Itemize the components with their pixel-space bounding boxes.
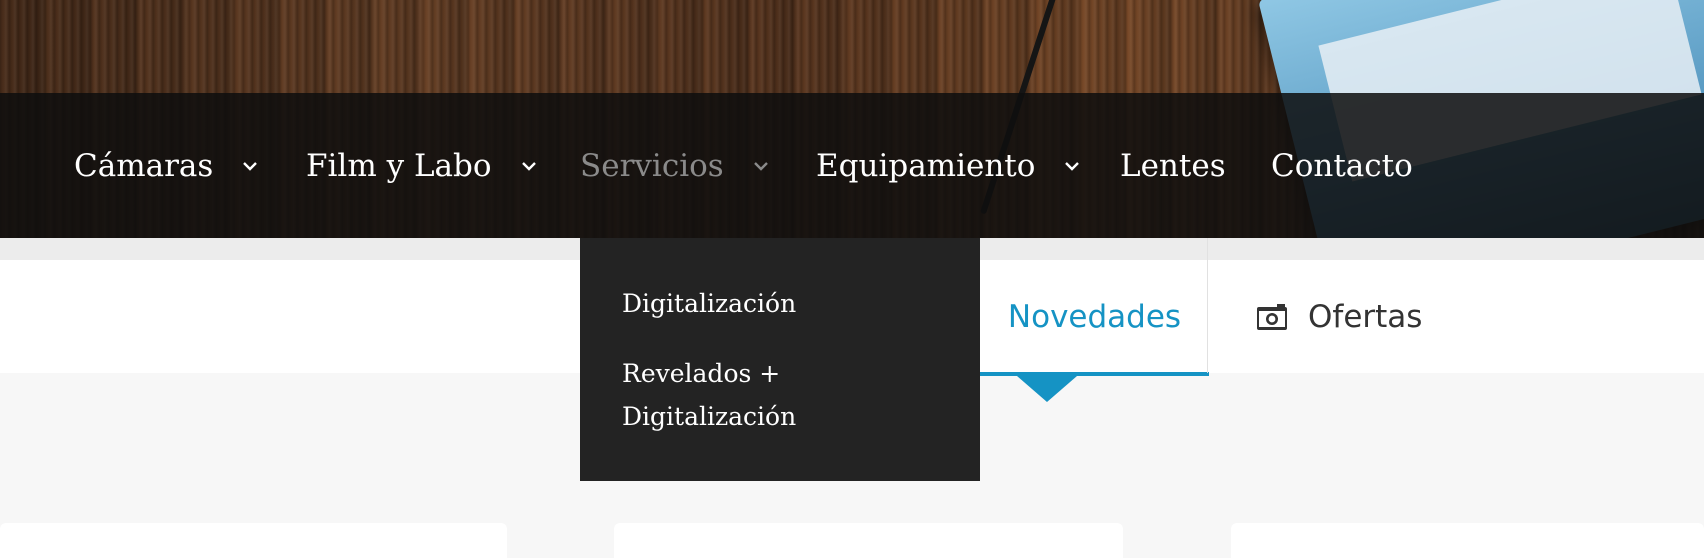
nav-item-servicios[interactable]: Servicios xyxy=(580,93,770,238)
nav-item-equipamiento[interactable]: Equipamiento xyxy=(816,93,1081,238)
servicios-dropdown-menu: Digitalización Revelados + Digitalizació… xyxy=(580,238,980,481)
product-card[interactable] xyxy=(1231,523,1704,558)
nav-item-film-y-labo[interactable]: Film y Labo xyxy=(306,93,538,238)
product-card[interactable] xyxy=(614,523,1123,558)
nav-item-label: Lentes xyxy=(1120,147,1226,184)
nav-item-camaras[interactable]: Cámaras xyxy=(74,93,259,238)
nav-item-label: Cámaras xyxy=(74,147,214,184)
tab-active-underline xyxy=(980,372,1209,376)
chevron-down-icon xyxy=(520,157,538,175)
nav-item-label: Film y Labo xyxy=(306,147,492,184)
chevron-down-icon xyxy=(1063,157,1081,175)
chevron-down-icon xyxy=(241,157,259,175)
product-card[interactable] xyxy=(0,523,507,558)
tab-label: Ofertas xyxy=(1308,298,1423,335)
nav-item-label: Equipamiento xyxy=(816,147,1036,184)
product-cards-row xyxy=(0,523,1704,558)
tab-label: Novedades xyxy=(1007,298,1182,335)
nav-item-label: Contacto xyxy=(1271,147,1413,184)
nav-item-label: Servicios xyxy=(580,147,724,184)
dropdown-item-digitalizacion[interactable]: Digitalización xyxy=(622,282,952,325)
nav-item-contacto[interactable]: Contacto xyxy=(1271,93,1413,238)
tab-divider xyxy=(1207,238,1208,373)
tab-ofertas[interactable]: Ofertas xyxy=(1256,260,1422,373)
chevron-down-icon xyxy=(752,157,770,175)
tab-novedades[interactable]: Novedades xyxy=(980,260,1209,373)
nav-item-lentes[interactable]: Lentes xyxy=(1120,93,1226,238)
camera-icon xyxy=(1256,303,1288,331)
dropdown-item-revelados-digitalizacion[interactable]: Revelados + Digitalización xyxy=(622,352,952,438)
tab-active-pointer xyxy=(1017,376,1077,402)
main-navigation: Cámaras Film y Labo Servicios Equipamien… xyxy=(0,93,1704,238)
